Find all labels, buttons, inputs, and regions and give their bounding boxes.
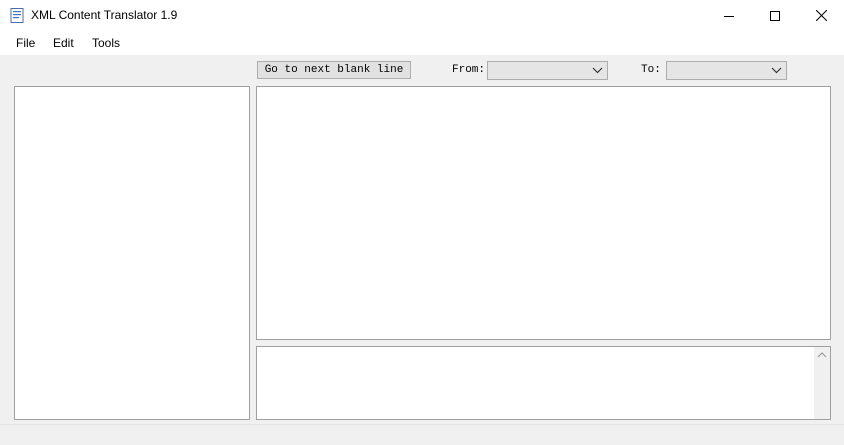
app-icon <box>10 8 24 23</box>
go-to-next-blank-line-button[interactable]: Go to next blank line <box>257 61 411 79</box>
translation-text-area[interactable] <box>256 86 831 340</box>
window-title: XML Content Translator 1.9 <box>31 8 178 22</box>
maximize-button[interactable] <box>752 0 798 31</box>
maximize-icon <box>770 10 780 21</box>
menu-tools[interactable]: Tools <box>92 36 120 50</box>
menu-bar: File Edit Tools <box>0 31 844 56</box>
from-language-select[interactable] <box>487 61 608 80</box>
menu-edit[interactable]: Edit <box>53 36 74 50</box>
chevron-down-icon <box>592 67 603 74</box>
go-to-next-blank-line-label: Go to next blank line <box>264 64 404 76</box>
to-language-select[interactable] <box>666 61 787 80</box>
close-button[interactable] <box>798 0 844 31</box>
menu-file[interactable]: File <box>16 36 35 50</box>
status-bar <box>0 424 844 445</box>
to-label: To: <box>641 64 661 76</box>
title-bar: XML Content Translator 1.9 <box>0 0 844 31</box>
source-text-area[interactable] <box>256 346 831 420</box>
vertical-scrollbar[interactable] <box>814 347 830 419</box>
from-label: From: <box>452 64 486 76</box>
close-icon <box>815 10 827 21</box>
minimize-button[interactable] <box>706 0 752 31</box>
chevron-down-icon <box>771 67 782 74</box>
minimize-icon <box>724 15 734 17</box>
scroll-up-icon[interactable] <box>817 351 827 358</box>
content-list-panel[interactable] <box>14 86 250 420</box>
